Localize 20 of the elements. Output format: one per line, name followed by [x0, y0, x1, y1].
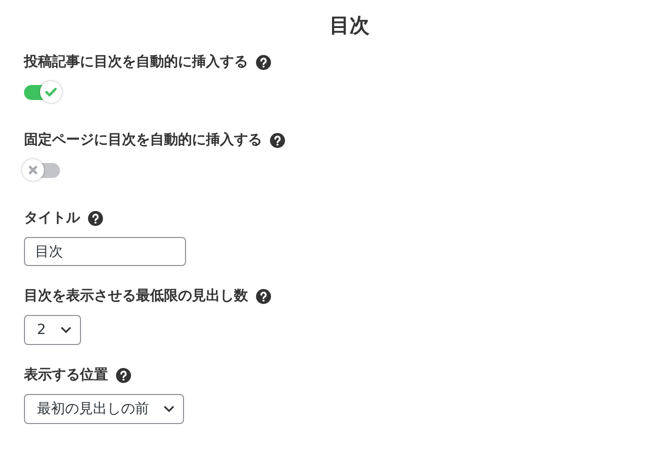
- setting-label: 目次を表示させる最低限の見出し数: [24, 287, 248, 306]
- title-field[interactable]: 目次: [24, 237, 186, 266]
- toggle-switch[interactable]: [24, 159, 62, 181]
- chevron-icon: [60, 326, 72, 334]
- help-icon[interactable]: [256, 55, 271, 70]
- dropdown[interactable]: 最初の見出しの前: [24, 394, 184, 424]
- setting-label: 表示する位置: [24, 366, 108, 385]
- check-icon: [44, 85, 58, 99]
- help-icon[interactable]: [88, 211, 103, 226]
- chevron-icon: [163, 405, 175, 413]
- setting-label: 投稿記事に目次を自動的に挿入する: [24, 53, 248, 72]
- help-icon[interactable]: [256, 289, 271, 304]
- cross-icon: [27, 164, 39, 176]
- help-icon[interactable]: [116, 368, 131, 383]
- page-title: 目次: [328, 12, 370, 39]
- setting-label: 固定ページに目次を自動的に挿入する: [24, 130, 262, 150]
- toggle-switch[interactable]: [24, 81, 62, 103]
- dropdown[interactable]: 2: [24, 315, 81, 345]
- help-icon[interactable]: [270, 133, 285, 148]
- setting-label: タイトル: [24, 209, 80, 228]
